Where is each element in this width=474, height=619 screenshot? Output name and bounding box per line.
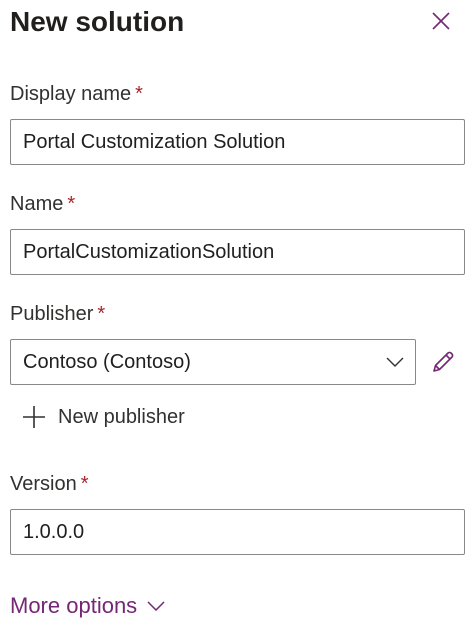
new-publisher-button[interactable]: New publisher (20, 401, 185, 433)
version-label: Version * (10, 471, 89, 497)
name-label-text: Name (10, 193, 64, 215)
more-options-label: More options (10, 593, 138, 618)
close-icon (432, 12, 450, 30)
chevron-down-icon (147, 601, 165, 611)
display-name-input[interactable] (10, 119, 465, 165)
name-label: Name * (10, 191, 75, 217)
pencil-icon (433, 351, 454, 372)
display-name-label-text: Display name (10, 83, 132, 105)
required-marker: * (67, 193, 76, 215)
publisher-label: Publisher * (10, 301, 105, 327)
panel-title: New solution (10, 6, 185, 37)
new-publisher-label: New publisher (58, 405, 185, 428)
required-marker: * (80, 473, 89, 495)
version-input[interactable] (10, 509, 465, 555)
more-options-toggle[interactable]: More options (10, 590, 165, 619)
required-marker: * (135, 83, 143, 105)
display-name-label: Display name * (10, 81, 143, 107)
plus-icon (20, 403, 48, 431)
name-input[interactable] (10, 229, 465, 275)
chevron-down-icon (375, 340, 415, 384)
close-button[interactable] (426, 6, 456, 36)
publisher-dropdown[interactable]: Contoso (Contoso) (10, 339, 416, 385)
new-solution-panel: New solution Display name* Name* Publish… (0, 0, 474, 619)
edit-publisher-button[interactable] (428, 347, 458, 377)
version-label-text: Version (10, 473, 77, 495)
publisher-selected-value: Contoso (Contoso) (23, 350, 191, 373)
required-marker: * (97, 303, 106, 325)
publisher-label-text: Publisher (10, 303, 94, 325)
